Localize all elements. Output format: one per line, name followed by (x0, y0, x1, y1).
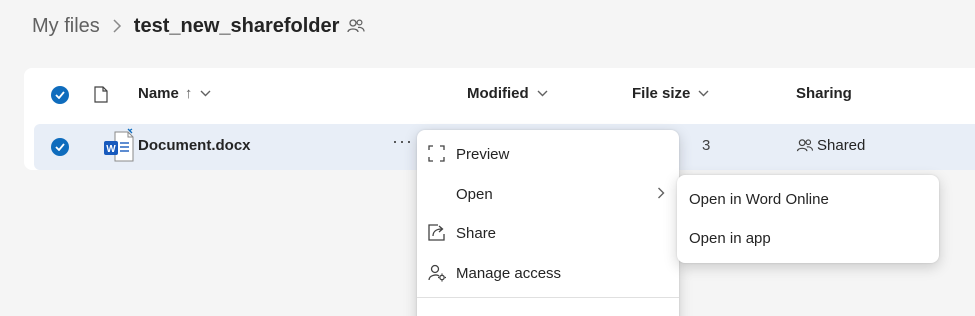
chevron-down-icon[interactable] (200, 90, 211, 97)
menu-item-open-label: Open (456, 185, 493, 203)
column-modified-label: Modified (467, 85, 529, 102)
select-all-checkbox[interactable] (51, 86, 69, 104)
menu-divider (417, 297, 679, 298)
people-icon (796, 139, 814, 152)
manage-access-icon (428, 264, 447, 282)
chevron-down-icon[interactable] (537, 90, 548, 97)
submenu-item-open-in-word-online-label: Open in Word Online (689, 190, 829, 208)
sharing-status[interactable]: Shared (796, 137, 865, 154)
column-name-label: Name (138, 85, 179, 102)
menu-item-manage-access[interactable]: Manage access (417, 254, 679, 292)
people-icon (347, 18, 366, 34)
file-size-partial: 3 (702, 137, 711, 154)
chevron-right-icon (657, 187, 665, 199)
checkmark-icon (55, 91, 65, 99)
menu-item-preview-label: Preview (456, 145, 510, 163)
file-name-link[interactable]: Document.docx (138, 137, 251, 154)
sharing-status-label: Shared (817, 137, 866, 154)
open-submenu: Open in Word Online Open in app (677, 175, 939, 263)
menu-item-share[interactable]: Share (417, 214, 679, 252)
column-header-modified[interactable]: Modified (467, 85, 548, 102)
file-type-header-icon (94, 86, 108, 103)
submenu-item-open-in-app-label: Open in app (689, 229, 771, 247)
row-checkbox[interactable] (51, 138, 69, 156)
column-file-size-label: File size (632, 85, 691, 102)
menu-item-share-label: Share (456, 224, 497, 242)
share-icon (428, 224, 446, 241)
sort-ascending-icon: ↑ (184, 85, 193, 102)
menu-item-preview[interactable]: Preview (417, 135, 679, 173)
svg-text:W: W (106, 144, 116, 155)
breadcrumb-current-folder: test_new_sharefolder (133, 14, 340, 37)
column-header-name[interactable]: Name ↑ (138, 85, 211, 102)
menu-item-open[interactable]: Open (417, 175, 679, 213)
more-actions-button[interactable]: ··· (392, 131, 413, 152)
chevron-right-icon (112, 19, 122, 33)
context-menu: Preview Open Share Manage access (417, 130, 679, 316)
breadcrumb: My files test_new_sharefolder (32, 12, 366, 40)
list-header: Name ↑ Modified File size Sharing (24, 68, 975, 122)
preview-icon (428, 145, 445, 162)
menu-item-manage-access-label: Manage access (456, 264, 562, 282)
submenu-item-open-in-app[interactable]: Open in app (677, 219, 939, 257)
chevron-down-icon[interactable] (698, 90, 709, 97)
column-header-sharing[interactable]: Sharing (796, 85, 852, 102)
submenu-item-open-in-word-online[interactable]: Open in Word Online (677, 180, 939, 218)
column-header-file-size[interactable]: File size (632, 85, 709, 102)
word-document-icon: W (102, 128, 142, 169)
breadcrumb-my-files[interactable]: My files (32, 15, 100, 38)
column-sharing-label: Sharing (796, 85, 852, 102)
checkmark-icon (55, 143, 65, 151)
